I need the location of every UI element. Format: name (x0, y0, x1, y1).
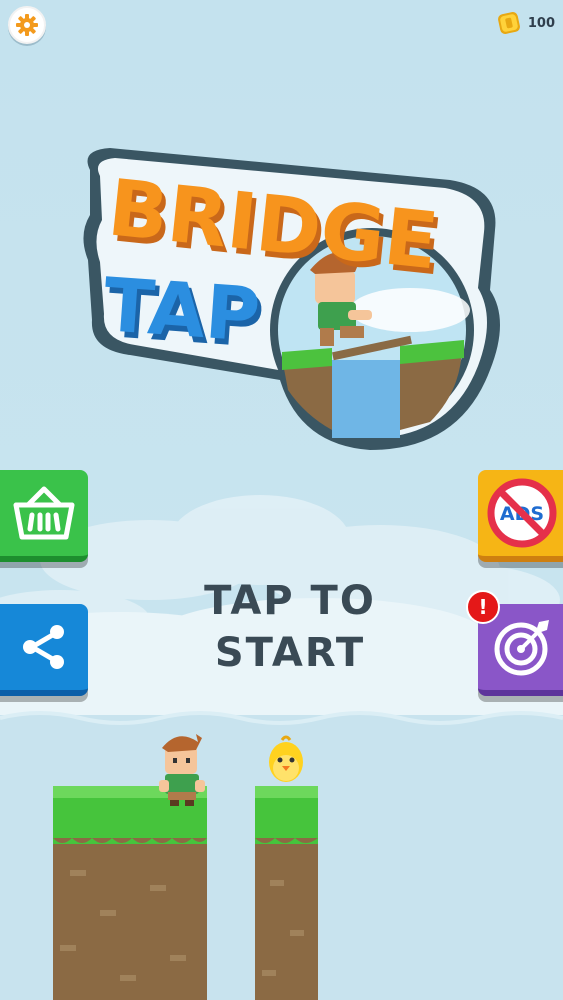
platform-left (53, 786, 207, 1000)
coin-icon (497, 12, 520, 34)
tap-to-start-prompt[interactable]: TAP TO START (140, 575, 440, 679)
no-ads-button[interactable]: ADS (478, 470, 563, 562)
target-icon (494, 620, 549, 676)
chick-character (269, 735, 303, 782)
shop-button[interactable] (0, 470, 88, 562)
gear-icon (16, 14, 38, 36)
prompt-line-1: TAP TO (204, 578, 376, 624)
coin-count: 100 (527, 15, 555, 31)
share-button[interactable] (0, 604, 88, 696)
coin-counter: 100 (496, 8, 555, 38)
basket-icon (13, 486, 75, 540)
game-platforms (53, 734, 318, 1000)
no-ads-icon: ADS (487, 478, 557, 548)
alert-badge: ! (466, 590, 500, 624)
game-logo: BRIDGE BRIDGE TAP TAP (83, 148, 501, 450)
prompt-line-2: START (214, 630, 366, 676)
platform-right (255, 786, 318, 1000)
settings-button[interactable] (8, 6, 46, 44)
logo-title-tap: TAP (101, 262, 263, 359)
share-icon (23, 625, 64, 669)
